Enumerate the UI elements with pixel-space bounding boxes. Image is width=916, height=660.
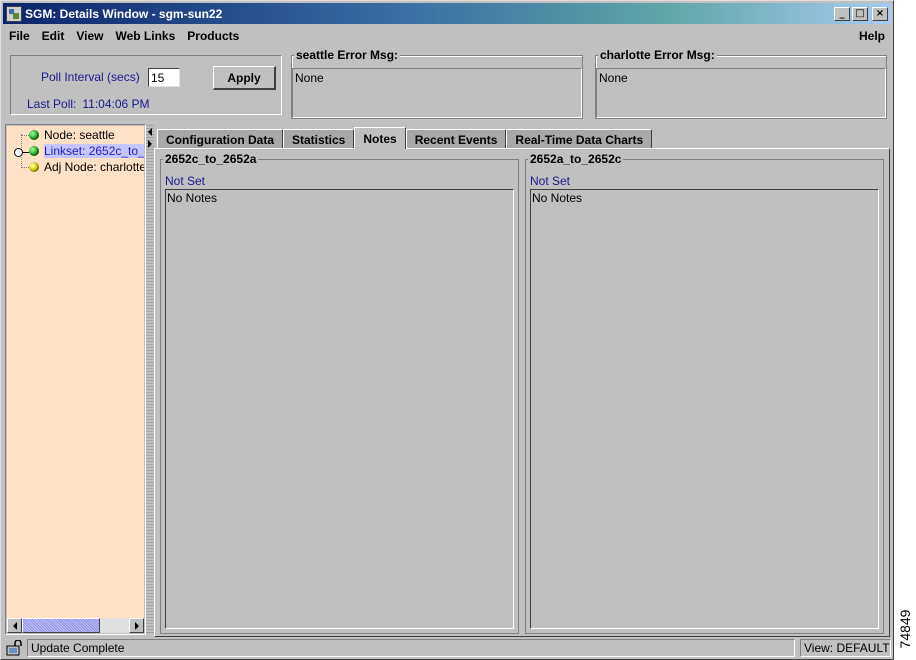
scroll-left-button[interactable]: [7, 618, 22, 633]
tree-item-linkset[interactable]: Linkset: 2652c_to_: [29, 143, 144, 159]
close-button[interactable]: ×: [872, 6, 888, 21]
tab-statistics[interactable]: Statistics: [283, 129, 355, 149]
tab-strip: Configuration Data Statistics Notes Rece…: [157, 127, 653, 149]
notes-tab-panel: 2652c_to_2652a Not Set No Notes 2652a_to…: [154, 148, 890, 637]
tab-real-time-data-charts[interactable]: Real-Time Data Charts: [506, 129, 653, 149]
yellow-status-icon: [29, 162, 39, 172]
charlotte-error-title: charlotte Error Msg:: [598, 48, 717, 62]
notes-status: Not Set: [530, 174, 571, 188]
menu-web-links[interactable]: Web Links: [109, 29, 181, 43]
title-bar[interactable]: SGM: Details Window - sgm-sun22 _ □ ×: [3, 3, 891, 24]
arrow-left-icon: [12, 621, 17, 630]
menu-bar: File Edit View Web Links Products Help: [3, 25, 891, 47]
tree-item-label: Node: seattle: [44, 128, 115, 142]
tree-item-label: Linkset: 2652c_to_: [44, 144, 144, 158]
tree-item-label: Adj Node: charlotte: [44, 160, 144, 174]
last-poll-time: 11:04:06 PM: [82, 97, 150, 111]
minimize-button[interactable]: _: [834, 6, 850, 21]
menu-products[interactable]: Products: [181, 29, 245, 43]
menu-edit[interactable]: Edit: [36, 29, 71, 43]
tree-item-adj-node[interactable]: Adj Node: charlotte: [29, 159, 144, 175]
last-poll: Last Poll: 11:04:06 PM: [27, 97, 150, 111]
tab-configuration-data[interactable]: Configuration Data: [157, 129, 283, 149]
app-icon: [6, 5, 22, 22]
scroll-thumb[interactable]: [22, 618, 100, 633]
status-message: Update Complete: [27, 639, 795, 657]
maximize-button[interactable]: □: [852, 6, 868, 21]
window-title: SGM: Details Window - sgm-sun22: [25, 6, 223, 21]
notes-text-area[interactable]: No Notes: [530, 189, 879, 629]
split-pane-divider[interactable]: [146, 124, 154, 635]
notes-group-2652c-to-2652a: 2652c_to_2652a Not Set No Notes: [160, 152, 519, 634]
scroll-right-button[interactable]: [129, 618, 144, 633]
details-window: SGM: Details Window - sgm-sun22 _ □ × Fi…: [0, 0, 894, 660]
figure-number-text: 74849: [897, 609, 913, 649]
green-status-icon: [29, 130, 39, 140]
poll-interval-label: Poll Interval (secs): [41, 70, 140, 84]
menu-help[interactable]: Help: [853, 29, 891, 43]
tree-horizontal-scrollbar[interactable]: [7, 618, 144, 633]
collapse-left-icon[interactable]: [148, 128, 152, 136]
notes-group-2652a-to-2652c: 2652a_to_2652c Not Set No Notes: [525, 152, 884, 634]
notes-group-title: 2652c_to_2652a: [163, 152, 259, 166]
scroll-track[interactable]: [22, 618, 129, 633]
status-view: View: DEFAULT: [800, 639, 891, 657]
poll-panel: Poll Interval (secs) Apply Last Poll: 11:…: [10, 55, 282, 115]
notes-group-title: 2652a_to_2652c: [528, 152, 624, 166]
seattle-error-group: seattle Error Msg: None: [291, 48, 583, 119]
figure-number: 74849: [896, 604, 914, 654]
tab-recent-events[interactable]: Recent Events: [405, 129, 507, 149]
charlotte-error-group: charlotte Error Msg: None: [595, 48, 887, 119]
tree-expand-handle[interactable]: [14, 148, 29, 157]
seattle-error-message: None: [292, 68, 582, 118]
notes-text-area[interactable]: No Notes: [165, 189, 514, 629]
navigation-tree: Node: seattle Linkset: 2652c_to_ Adj Nod…: [7, 126, 144, 619]
green-status-icon: [29, 146, 39, 156]
status-bar: Update Complete View: DEFAULT: [3, 638, 891, 658]
poll-interval-input[interactable]: [148, 68, 180, 87]
notes-status: Not Set: [165, 174, 206, 188]
navigation-tree-panel: Node: seattle Linkset: 2652c_to_ Adj Nod…: [5, 124, 146, 635]
expand-right-icon[interactable]: [148, 140, 152, 148]
apply-button[interactable]: Apply: [213, 66, 276, 90]
seattle-error-title: seattle Error Msg:: [294, 48, 401, 62]
arrow-right-icon: [134, 621, 139, 630]
menu-view[interactable]: View: [70, 29, 109, 43]
tree-item-node[interactable]: Node: seattle: [29, 127, 115, 143]
lock-icon: [6, 640, 22, 656]
last-poll-label: Last Poll:: [27, 97, 77, 111]
charlotte-error-message: None: [596, 68, 886, 118]
tab-notes[interactable]: Notes: [354, 127, 406, 149]
menu-file[interactable]: File: [3, 29, 36, 43]
